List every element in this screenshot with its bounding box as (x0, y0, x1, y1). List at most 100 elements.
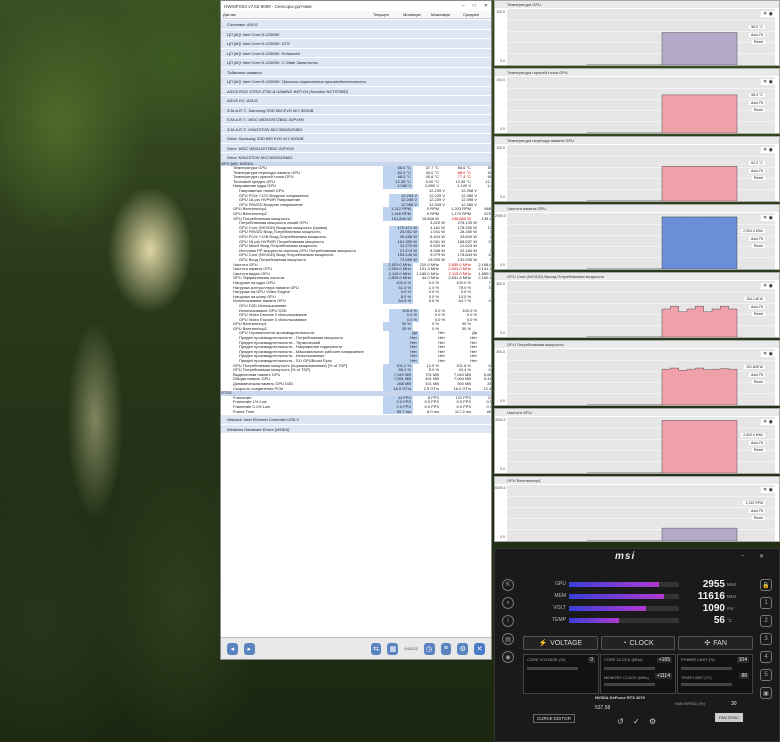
auto-fit-button[interactable]: Auto Fit (748, 169, 765, 173)
settings-icon[interactable]: ⚙ (457, 642, 469, 655)
auto-fit-button[interactable]: Auto Fit (748, 33, 765, 37)
monitor-icon[interactable]: ▤ (502, 633, 514, 645)
exit-icon[interactable]: ✕ (474, 642, 485, 655)
auto-fit-button[interactable]: Auto Fit (748, 373, 765, 377)
save-icon[interactable]: ▣ (760, 687, 772, 699)
nav-right-icon[interactable]: ▸ (243, 642, 255, 655)
memory-clock-value[interactable]: +1114 (654, 673, 672, 679)
graph-buttons-icon[interactable]: ✕ ◉ (761, 419, 775, 425)
temp-limit-slider[interactable] (681, 683, 732, 686)
table-row[interactable]: Drive: WDC WDS100T2B0C-00PXH0 (221, 142, 491, 152)
minimize-icon[interactable]: – (741, 553, 744, 559)
limit-control[interactable]: POWER LIMIT (%) 104 TEMP LIMIT (°C) 88 (677, 654, 753, 694)
kombustor-icon[interactable]: K (502, 579, 514, 591)
graph-panel[interactable]: Температура GPU 100.0 0.0 56.0 °C Auto Fit Re… (494, 0, 780, 66)
power-limit-slider[interactable] (681, 667, 732, 670)
clock-control[interactable]: CORE CLOCK (MHz) +165 MEMORY CLOCK (MHz)… (600, 654, 676, 694)
graph-panel[interactable]: Частота памяти GPU 2500.0 0.0 2,904.0 MHz Au… (494, 204, 780, 270)
close-icon[interactable]: ✕ (759, 553, 764, 560)
table-row[interactable]: ASUS ROG STRIX Z790-A GAMING WIFI D4 (Nu… (221, 85, 491, 95)
table-row[interactable]: Таймингы памяти (221, 66, 491, 76)
core-voltage-value[interactable]: 0 (588, 657, 595, 663)
maximize-icon[interactable]: □ (473, 3, 476, 9)
tab-clock[interactable]: ◔ CLOCK (600, 636, 676, 650)
reset-button[interactable]: Reset (751, 40, 765, 44)
table-row[interactable]: Drive: Samsung SSD 860 EVO M.2 500GB (221, 133, 491, 143)
hwinfo-titlebar[interactable]: HWiNFO64 v7.62-5090 - Сенсоры-датчики – □… (221, 1, 491, 11)
reset-button[interactable]: Reset (751, 380, 765, 384)
graph-panel[interactable]: GPU Вентилятор1 5000.0 0.0 1,152 RPM Auto Fi… (494, 476, 780, 542)
graph-buttons-icon[interactable]: ✕ ◉ (761, 147, 775, 153)
reset-button[interactable]: Reset (751, 244, 765, 248)
fan-sync-button[interactable]: FAN SYNC (714, 713, 743, 722)
auto-fit-button[interactable]: Auto Fit (748, 237, 765, 241)
sensor-table[interactable]: Система: ASUS ЦП [#0]: Intel Core i9-1290… (221, 19, 491, 637)
graph-panel[interactable]: GPU Core (NVVDD) Выход Потребляемая мощн… (494, 272, 780, 338)
table-row[interactable]: Windows Hardware Errors (WHEA) (221, 423, 491, 434)
graph-panel[interactable]: Температура перехода памяти GPU 100.0 0.0 6… (494, 136, 780, 202)
profile-2[interactable]: 2 (760, 615, 772, 627)
col-sensor[interactable]: Датчик (223, 12, 373, 17)
tab-fan[interactable]: ✣ FAN (678, 636, 753, 650)
table-row[interactable]: ЦП [#0]: Intel Core i9-12900K: DTS (221, 38, 491, 48)
graph-panel[interactable]: GPU Потребляемая мощность 300.0 0.0 191.849… (494, 340, 780, 406)
col-max[interactable]: Максимум (431, 12, 463, 17)
table-row[interactable]: Network: Intel Ethernet Controller I226-… (221, 414, 491, 424)
col-avg[interactable]: Среднее (463, 12, 493, 17)
auto-fit-button[interactable]: Auto Fit (748, 305, 765, 309)
graph-buttons-icon[interactable]: ✕ ◉ (761, 351, 775, 357)
graph-panel[interactable]: Температура горячей точки GPU 100.0 0.0 68.… (494, 68, 780, 134)
profile-4[interactable]: 4 (760, 651, 772, 663)
close-icon[interactable]: ✕ (484, 3, 488, 9)
reset-icon[interactable]: ↺ (617, 717, 624, 726)
lock-icon[interactable]: ◉ (502, 651, 514, 663)
graph-buttons-icon[interactable]: ✕ ◉ (761, 487, 775, 493)
clock-icon[interactable]: ◷ (423, 642, 435, 655)
profile-1[interactable]: 1 (760, 597, 772, 609)
table-row[interactable]: S.M.A.R.T.: KINGSTON SKC3000D2048G (221, 123, 491, 133)
reset-button[interactable]: Reset (751, 516, 765, 520)
curve-editor-button[interactable]: CURVE EDITOR (533, 714, 575, 723)
reset-button[interactable]: Reset (751, 176, 765, 180)
table-row[interactable]: Система: ASUS (221, 19, 491, 29)
settings-icon[interactable]: ⚙ (649, 717, 656, 726)
table-row[interactable]: Drive: KINGSTON SKC3000D2048G (221, 152, 491, 162)
sensors-icon[interactable]: ▦ (387, 642, 399, 655)
col-current[interactable]: Текущее (373, 12, 403, 17)
temp-limit-value[interactable]: 88 (739, 673, 749, 679)
reset-button[interactable]: Reset (751, 312, 765, 316)
report-icon[interactable]: ≡ (440, 642, 452, 655)
graph-buttons-icon[interactable]: ✕ ◉ (761, 79, 775, 85)
info-icon[interactable]: i (502, 615, 514, 627)
hwinfo-window[interactable]: HWiNFO64 v7.62-5090 - Сенсоры-датчики – □… (220, 0, 492, 660)
core-voltage-control[interactable]: CORE VOLTAGE (%) 0 (523, 654, 599, 694)
apply-icon[interactable]: ✓ (633, 717, 640, 726)
core-clock-value[interactable]: +165 (656, 657, 672, 663)
auto-fit-button[interactable]: Auto Fit (748, 509, 765, 513)
oc-scanner-icon[interactable]: ⌕ (502, 597, 514, 609)
tab-voltage[interactable]: ⚡ VOLTAGE (523, 636, 598, 650)
minimize-icon[interactable]: – (462, 3, 465, 9)
graph-panel[interactable]: Частота GPU 3000.0 0.0 2,820.0 MHz Auto Fit R… (494, 408, 780, 474)
nav-left-icon[interactable]: ◂ (227, 642, 238, 655)
table-row[interactable]: ASUS EC: ASUS (221, 95, 491, 105)
core-voltage-slider[interactable] (527, 667, 578, 670)
reset-button[interactable]: Reset (751, 108, 765, 112)
table-row[interactable]: ЦП [#0]: Intel Core i9-12900K: Причины о… (221, 76, 491, 86)
graph-buttons-icon[interactable]: ✕ ◉ (761, 215, 775, 221)
power-limit-value[interactable]: 104 (736, 657, 749, 663)
memory-clock-slider[interactable] (604, 683, 655, 686)
table-row[interactable]: ЦП [#0]: Intel Core i9-12900K (221, 28, 491, 38)
table-row[interactable]: S.M.A.R.T.: WDC WDS100T2B0C-00PXH0 (221, 114, 491, 124)
graph-buttons-icon[interactable]: ✕ ◉ (761, 11, 775, 17)
reset-button[interactable]: Reset (751, 448, 765, 452)
auto-fit-button[interactable]: Auto Fit (748, 101, 765, 105)
auto-fit-button[interactable]: Auto Fit (748, 441, 765, 445)
network-icon[interactable]: ⇆ (370, 642, 382, 655)
table-row[interactable]: Frame Time 90.7 ms 8.0 ms 117.2 ms 80.3 ms (221, 409, 491, 415)
core-clock-slider[interactable] (604, 667, 655, 670)
fan-speed-value[interactable]: 30 (731, 701, 737, 707)
profile-5[interactable]: 5 (760, 669, 772, 681)
col-min[interactable]: Минимум (403, 12, 431, 17)
table-row[interactable]: S.M.A.R.T.: Samsung SSD 860 EVO M.2 500G… (221, 104, 491, 114)
